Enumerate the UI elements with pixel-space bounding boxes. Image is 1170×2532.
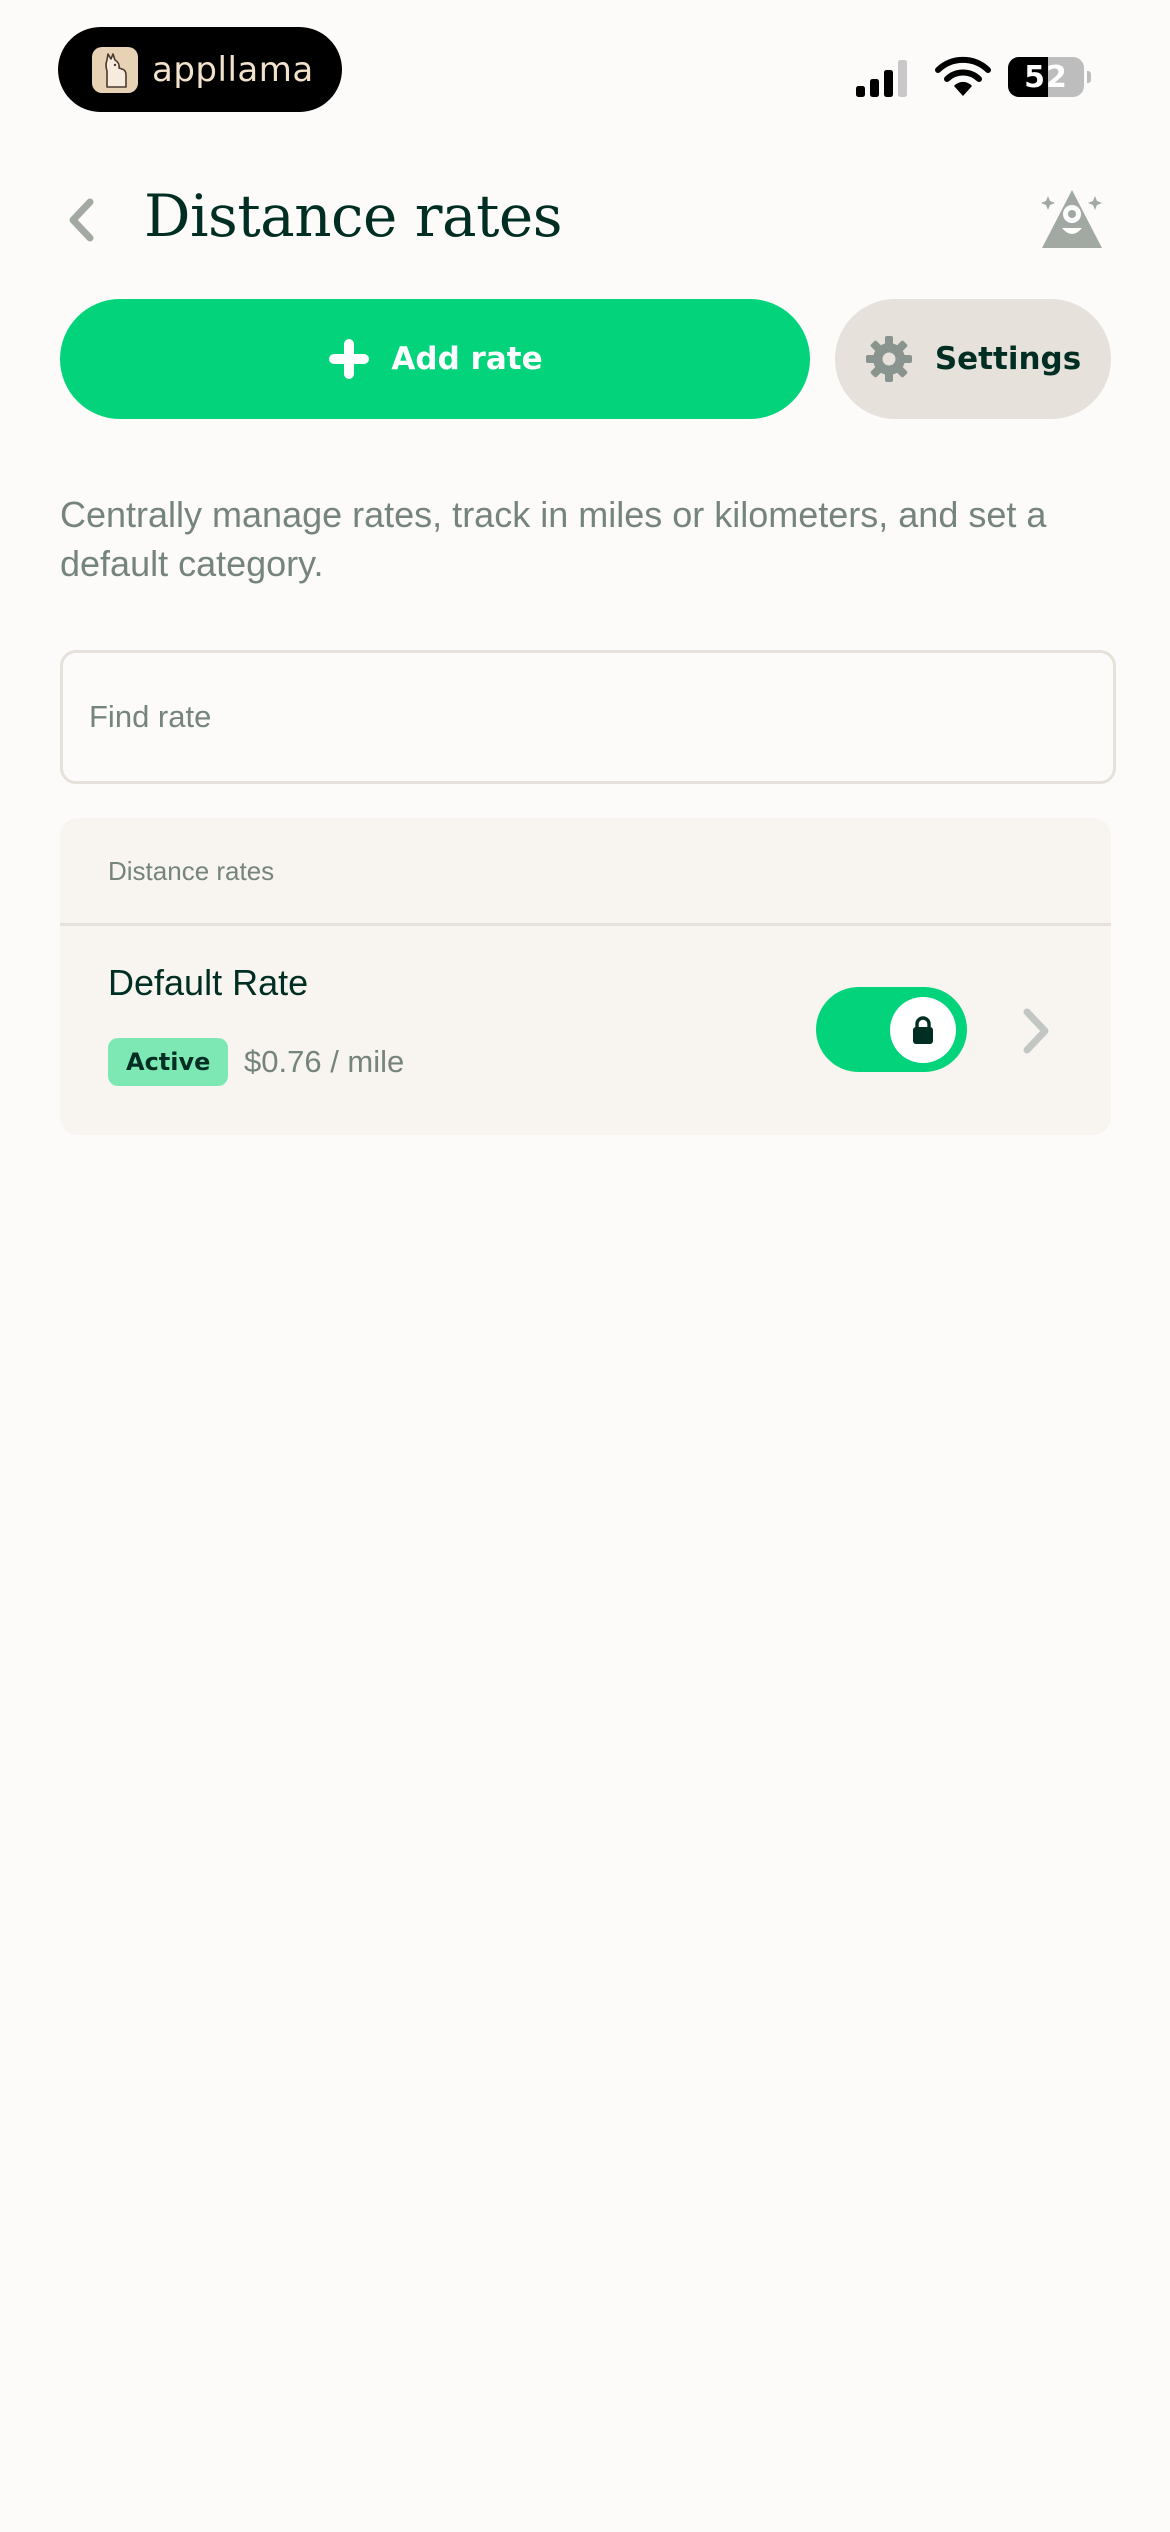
battery-indicator: 52 [1008, 57, 1091, 97]
app-indicator-pill[interactable]: appllama [58, 27, 342, 112]
app-name: appllama [152, 49, 314, 90]
page-description: Centrally manage rates, track in miles o… [60, 494, 1047, 584]
battery-percent: 52 [1024, 59, 1068, 95]
settings-button[interactable]: Settings [835, 299, 1111, 419]
add-rate-button[interactable]: Add rate [60, 299, 810, 419]
list-header: Distance rates [60, 818, 1111, 926]
find-rate-search-box[interactable] [60, 650, 1116, 784]
list-header-label: Distance rates [108, 856, 275, 886]
back-button[interactable] [56, 190, 106, 250]
distance-rates-list: Distance rates Default Rate Active $0.76… [60, 818, 1111, 1135]
emoji-triangle-icon[interactable] [1040, 188, 1104, 250]
status-badge: Active [108, 1038, 229, 1086]
page-title: Distance rates [144, 182, 563, 250]
toggle-knob [890, 997, 956, 1063]
llama-logo-icon [92, 46, 138, 93]
rate-name: Default Rate [108, 962, 309, 1003]
wifi-icon [935, 56, 991, 102]
rate-value: $0.76 / mile [244, 1044, 405, 1079]
rate-enabled-toggle[interactable] [816, 987, 967, 1072]
gear-icon [865, 336, 912, 382]
chevron-right-icon [1015, 1006, 1055, 1056]
cellular-signal-icon [855, 58, 915, 102]
add-rate-label: Add rate [391, 341, 543, 377]
rate-row-default[interactable]: Default Rate Active $0.76 / mile [60, 926, 1111, 1135]
settings-label: Settings [934, 341, 1082, 377]
chevron-left-icon [69, 198, 94, 242]
plus-icon [329, 339, 370, 379]
lock-icon [913, 1016, 933, 1044]
find-rate-input[interactable] [63, 653, 1113, 781]
